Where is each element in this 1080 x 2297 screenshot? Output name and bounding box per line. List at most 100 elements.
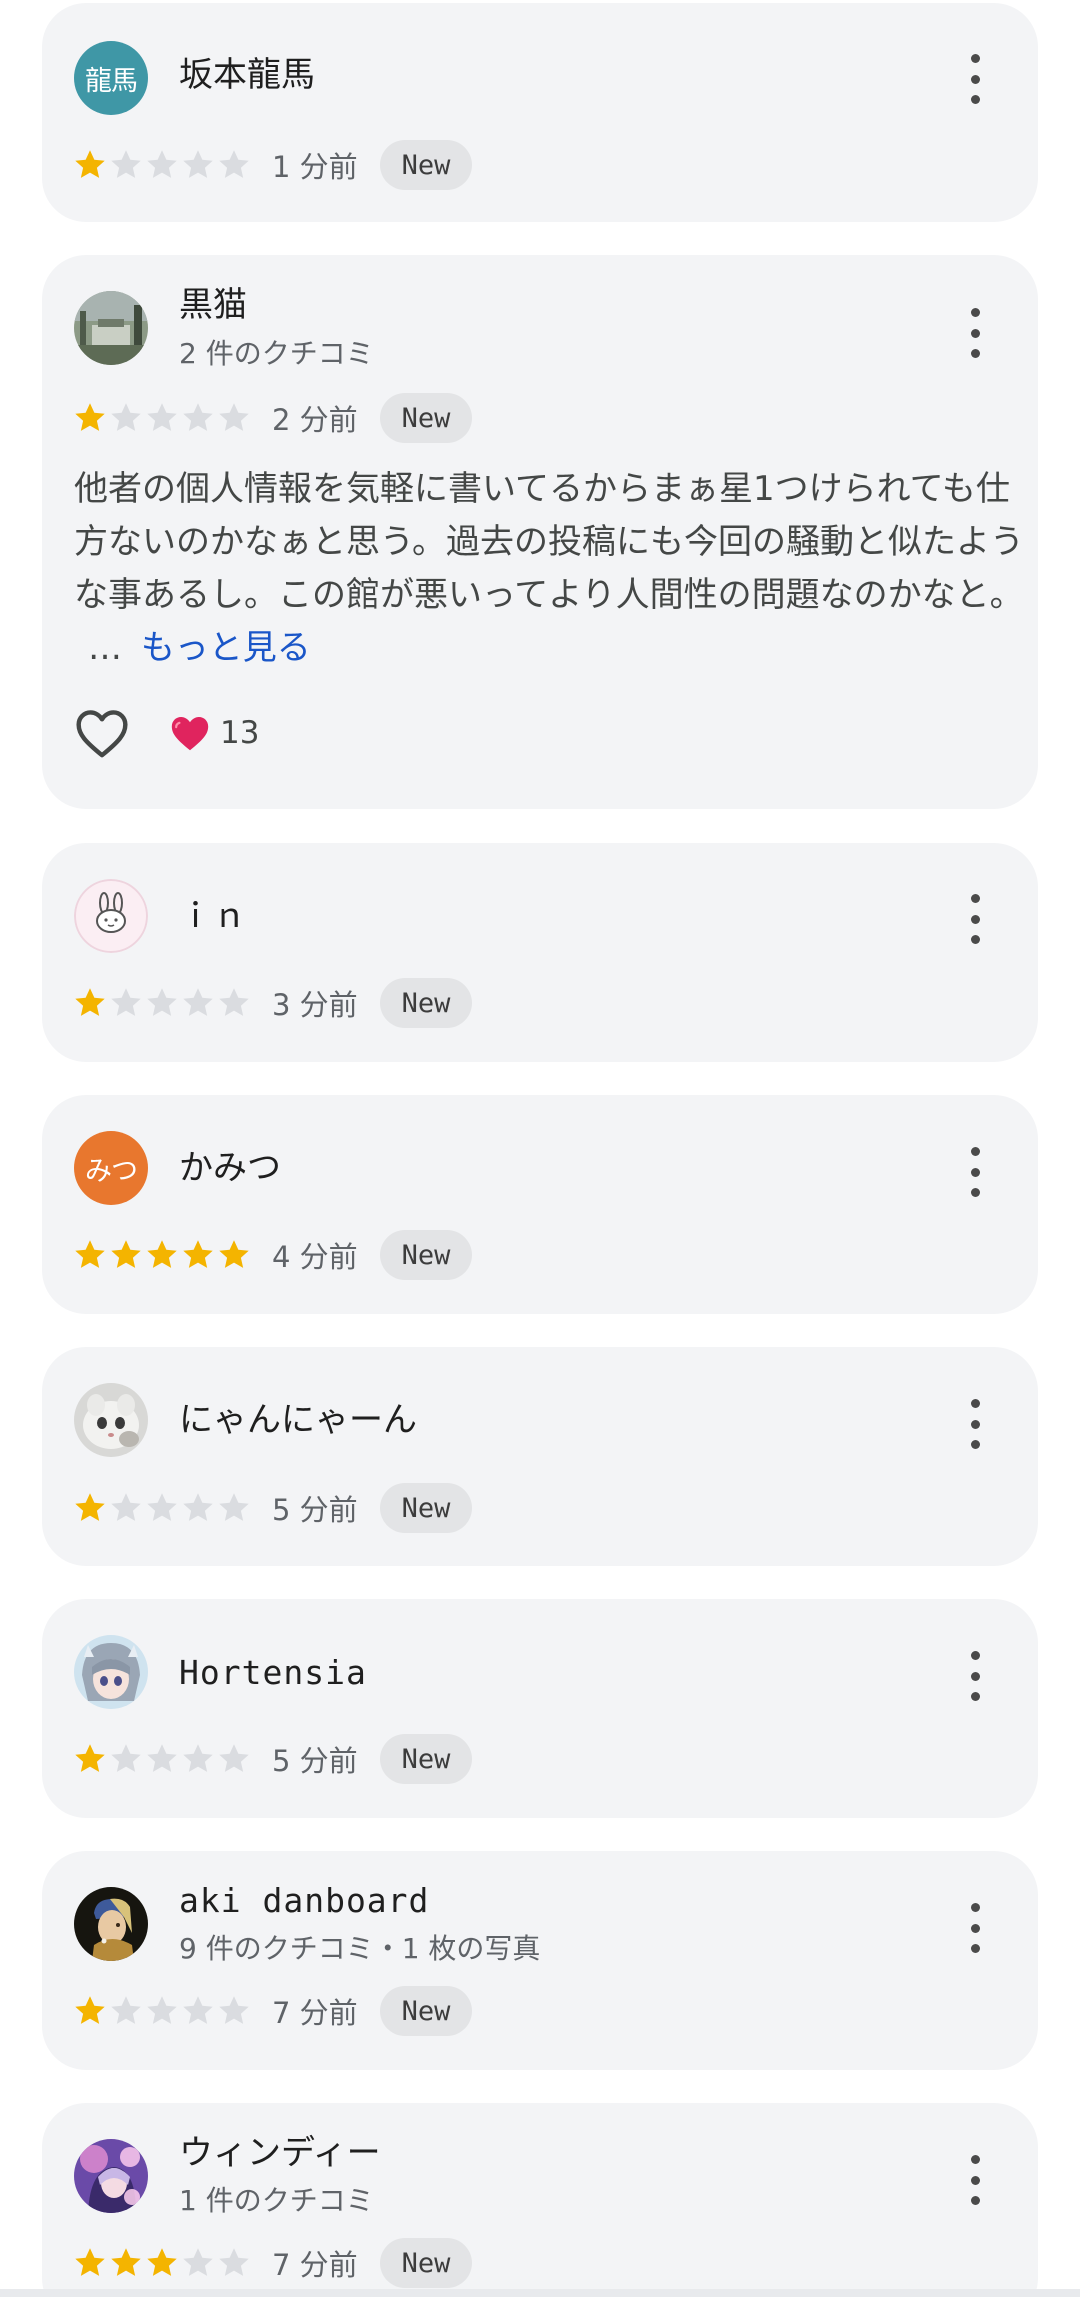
star-empty-icon [147, 1493, 177, 1521]
reviewer-name[interactable]: 坂本龍馬 [179, 55, 315, 95]
more-options-icon[interactable] [960, 894, 990, 944]
new-badge: New [379, 140, 473, 190]
avatar[interactable] [74, 1635, 148, 1709]
heart-reaction-icon [168, 713, 212, 753]
avatar[interactable] [74, 1383, 148, 1457]
avatar[interactable] [74, 1887, 148, 1961]
review-time: 4 分前 [272, 1240, 358, 1274]
star-empty-icon [183, 150, 213, 178]
star-empty-icon [147, 403, 177, 431]
star-rating [72, 1237, 252, 1273]
review-card: 龍馬 坂本龍馬 1 分前 New [42, 3, 1038, 222]
bottom-edge [0, 2289, 1080, 2297]
star-filled-icon [183, 1240, 213, 1268]
like-icon[interactable] [74, 707, 130, 759]
avatar[interactable]: みつ [74, 1131, 148, 1205]
review-time: 7 分前 [272, 1996, 358, 2030]
new-badge: New [379, 1734, 473, 1784]
star-filled-icon [75, 150, 105, 178]
review-card: 黒猫 2 件のクチコミ 2 分前 New 他者の個人情報を気軽に書いてるからまぁ… [42, 255, 1038, 809]
reaction-row: 13 [74, 707, 259, 759]
star-empty-icon [111, 150, 141, 178]
ellipsis: … [88, 628, 122, 668]
review-count: 2 件のクチコミ [179, 337, 374, 370]
review-count: 9 件のクチコミ・1 枚の写真 [179, 1932, 541, 1965]
review-meta: 2 分前 New [72, 392, 473, 444]
more-options-icon[interactable] [960, 1147, 990, 1197]
avatar-image [74, 1887, 148, 1961]
review-time: 3 分前 [272, 988, 358, 1022]
more-options-icon[interactable] [960, 1903, 990, 1953]
avatar-image [74, 2139, 148, 2213]
review-time: 5 分前 [272, 1744, 358, 1778]
star-filled-icon [75, 2248, 105, 2276]
avatar[interactable] [74, 291, 148, 365]
avatar-initials: 龍馬 [85, 65, 138, 97]
review-meta: 4 分前 New [72, 1229, 473, 1281]
review-time: 5 分前 [272, 1493, 358, 1527]
star-filled-icon [75, 1240, 105, 1268]
star-filled-icon [111, 2248, 141, 2276]
star-filled-icon [75, 988, 105, 1016]
review-text: 他者の個人情報を気軽に書いてるからまぁ星1つけられても仕方ないのかなぁと思う。過… [74, 463, 1034, 675]
reviewer-name[interactable]: ウィンディー [179, 2133, 381, 2173]
star-rating [72, 147, 252, 183]
reviewer-name[interactable]: ｉｎ [179, 896, 247, 936]
avatar-image [74, 291, 148, 365]
new-badge: New [379, 1986, 473, 2036]
reviewer-name[interactable]: にゃんにゃーん [179, 1400, 417, 1440]
review-card: Hortensia 5 分前 New [42, 1599, 1038, 1818]
star-empty-icon [147, 988, 177, 1016]
star-empty-icon [147, 150, 177, 178]
review-count: 1 件のクチコミ [179, 2184, 374, 2217]
review-card: aki danboard 9 件のクチコミ・1 枚の写真 7 分前 New [42, 1851, 1038, 2070]
star-empty-icon [147, 1744, 177, 1772]
star-rating [72, 985, 252, 1021]
reviewer-name[interactable]: aki danboard [179, 1881, 429, 1921]
review-card: みつ かみつ 4 分前 New [42, 1095, 1038, 1314]
more-options-icon[interactable] [960, 1651, 990, 1701]
more-options-icon[interactable] [960, 308, 990, 358]
reviewer-name[interactable]: かみつ [179, 1148, 281, 1188]
star-filled-icon [75, 1996, 105, 2024]
star-empty-icon [219, 1744, 249, 1772]
new-badge: New [379, 393, 473, 443]
review-meta: 5 分前 New [72, 1482, 473, 1534]
star-empty-icon [111, 1996, 141, 2024]
review-meta: 7 分前 New [72, 1985, 473, 2037]
avatar[interactable]: 龍馬 [74, 41, 148, 115]
avatar[interactable] [74, 2139, 148, 2213]
star-filled-icon [75, 1744, 105, 1772]
star-filled-icon [75, 1493, 105, 1521]
star-empty-icon [183, 2248, 213, 2276]
review-card: ウィンディー 1 件のクチコミ 7 分前 New [42, 2103, 1038, 2297]
star-rating [72, 1490, 252, 1526]
new-badge: New [379, 978, 473, 1028]
star-empty-icon [219, 150, 249, 178]
read-more-link[interactable]: もっと見る [141, 628, 311, 668]
reviewer-name[interactable]: 黒猫 [179, 285, 247, 325]
new-badge: New [379, 2238, 473, 2288]
star-filled-icon [147, 1240, 177, 1268]
star-rating [72, 2245, 252, 2281]
avatar-image [74, 1383, 148, 1457]
more-options-icon[interactable] [960, 54, 990, 104]
more-options-icon[interactable] [960, 2155, 990, 2205]
review-time: 7 分前 [272, 2248, 358, 2282]
star-empty-icon [111, 1744, 141, 1772]
star-filled-icon [219, 1240, 249, 1268]
star-empty-icon [183, 403, 213, 431]
star-empty-icon [219, 2248, 249, 2276]
more-options-icon[interactable] [960, 1399, 990, 1449]
star-empty-icon [183, 1996, 213, 2024]
review-meta: 5 分前 New [72, 1733, 473, 1785]
new-badge: New [379, 1230, 473, 1280]
star-filled-icon [147, 2248, 177, 2276]
review-meta: 1 分前 New [72, 139, 473, 191]
avatar[interactable] [74, 879, 148, 953]
star-empty-icon [111, 988, 141, 1016]
reviewer-name[interactable]: Hortensia [179, 1653, 367, 1693]
star-empty-icon [183, 988, 213, 1016]
star-filled-icon [75, 403, 105, 431]
review-card: ｉｎ 3 分前 New [42, 843, 1038, 1062]
